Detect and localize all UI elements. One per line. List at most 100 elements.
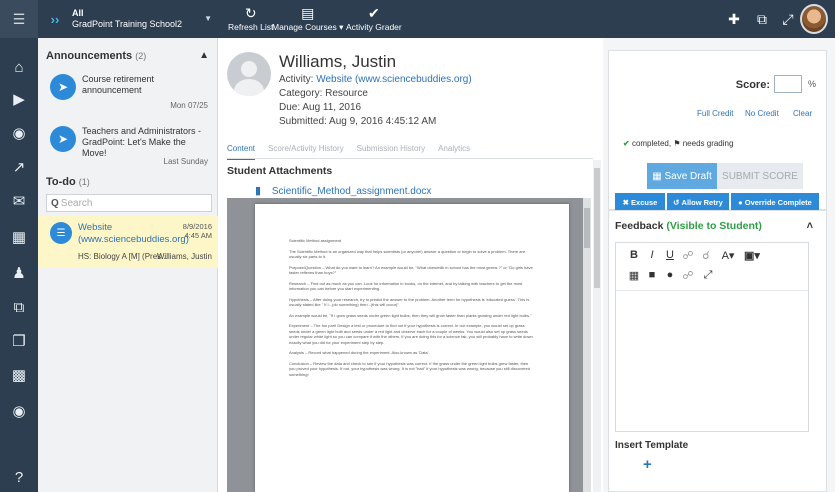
close-icon: ✖ xyxy=(622,197,632,207)
refresh-list-button[interactable]: ↻ Refresh List xyxy=(228,4,273,32)
italic-icon[interactable]: I xyxy=(644,249,660,261)
allow-retry-button[interactable]: ↺ Allow Retry xyxy=(667,193,729,211)
top-bar: ☰ ›› All GradPoint Training School2 ▼ ↻ … xyxy=(0,0,835,38)
activity-grader-button[interactable]: ✔ Activity Grader xyxy=(346,4,402,32)
document-line: Experiment – The fun part! Design a test… xyxy=(289,323,533,345)
activity-link[interactable]: Website (www.sciencebuddies.org) xyxy=(316,74,471,85)
document-line: Research – Find out as much as you can. … xyxy=(289,280,523,292)
student-avatar xyxy=(227,52,271,96)
check-icon: ✔ xyxy=(623,139,630,148)
link-icon[interactable]: ☍ xyxy=(680,249,696,262)
save-icon: ▦ xyxy=(652,170,665,182)
divider xyxy=(227,158,593,159)
document-line: Purpose/Question – What do you want to l… xyxy=(289,264,533,276)
circle-check-icon: ● xyxy=(738,197,745,207)
school-selector-top: All xyxy=(72,8,84,18)
activity-line: Activity: Website (www.sciencebuddies.or… xyxy=(279,74,472,85)
home-icon[interactable]: ⌂ xyxy=(0,52,38,82)
full-credit-button[interactable]: Full Credit xyxy=(697,109,733,118)
override-complete-button[interactable]: ● Override Complete xyxy=(731,193,819,211)
score-label: Score: xyxy=(735,79,770,91)
clear-button[interactable]: Clear xyxy=(793,109,812,118)
due-line: Due: Aug 11, 2016 xyxy=(279,102,362,113)
chevron-up-icon[interactable]: ˄ xyxy=(807,220,813,232)
side-panel: Announcements (2) ▲ ➤ Course retirement … xyxy=(38,38,218,492)
fullscreen-icon[interactable]: ⤢ xyxy=(700,269,716,282)
bold-icon[interactable]: B xyxy=(626,249,642,261)
score-card: Score: % Full Credit No Credit Clear ✔ c… xyxy=(608,50,827,211)
search-input[interactable]: Q Search xyxy=(46,194,212,212)
excuse-button[interactable]: ✖ Excuse xyxy=(615,193,665,211)
feedback-heading: Feedback (Visible to Student) xyxy=(615,220,762,232)
feedback-editor[interactable]: B I U ☍ ☌ A▾ ▣▾ ▦ ■ ● ☍ ⤢ xyxy=(615,242,809,432)
main-content: Williams, Justin Activity: Website (www.… xyxy=(219,38,601,492)
document-icon: ☰ xyxy=(50,222,72,244)
users-icon[interactable]: ♟ xyxy=(0,258,38,288)
document-viewer[interactable]: Scientific Method assignment The Scienti… xyxy=(227,198,591,492)
apple-icon[interactable]: ◉ xyxy=(0,396,38,426)
menu-icon[interactable]: ☰ xyxy=(0,0,38,38)
megaphone-icon: ➤ xyxy=(50,74,76,100)
chevron-up-icon[interactable]: ▲ xyxy=(199,50,209,61)
underline-icon[interactable]: U xyxy=(662,249,678,261)
document-line: An example would be, "If I grow grass se… xyxy=(289,312,532,318)
chart-line-icon[interactable]: ↗ xyxy=(0,152,38,182)
viewer-scrollbar[interactable] xyxy=(583,198,591,492)
status-line: ✔ completed, ⚑ needs grading xyxy=(623,139,734,148)
student-name: Williams, Justin xyxy=(279,52,397,71)
document-line: Conclusion – Review the data and check t… xyxy=(289,360,530,377)
percent-label: % xyxy=(807,79,816,89)
save-draft-button[interactable]: ▦ Save Draft xyxy=(647,163,717,189)
todo-item[interactable]: ☰ Website (www.sciencebuddies.org) 8/9/2… xyxy=(38,216,218,268)
retry-icon: ↺ xyxy=(673,197,682,207)
left-rail: ⌂ ▶ ◉ ↗ ✉ ▦ ♟ ⧉ ❐ ▩ ◉ ? xyxy=(0,38,38,492)
caret-down-icon: ▼ xyxy=(204,14,212,23)
grading-panel: Score: % Full Credit No Credit Clear ✔ c… xyxy=(603,38,835,492)
book-icon: ▤ xyxy=(301,5,315,21)
submitted-line: Submitted: Aug 9, 2016 4:45:12 AM xyxy=(279,116,437,127)
category-line: Category: Resource xyxy=(279,88,368,99)
external-link-icon[interactable]: ⧉ xyxy=(0,292,38,322)
document-line: Analysis – Record what happened during t… xyxy=(289,350,430,355)
check-circle-icon: ✔ xyxy=(368,5,380,21)
announcement-item[interactable]: ➤ Teachers and Administrators - GradPoin… xyxy=(38,118,218,170)
add-template-icon[interactable]: + xyxy=(643,456,652,473)
video-icon[interactable]: ■ xyxy=(644,269,660,281)
refresh-icon: ↻ xyxy=(244,5,257,21)
add-icon[interactable]: ✚ xyxy=(724,9,744,29)
insert-template-label: Insert Template xyxy=(615,440,689,451)
todo-heading: To-do (1) xyxy=(46,176,90,188)
bar-chart-icon[interactable]: ▩ xyxy=(0,360,38,390)
highlight-color-icon[interactable]: ▣▾ xyxy=(744,249,760,262)
user-avatar[interactable] xyxy=(800,4,828,34)
submit-score-button[interactable]: SUBMIT SCORE xyxy=(717,163,803,189)
dashboard-icon[interactable]: ◉ xyxy=(0,118,38,148)
announcement-item[interactable]: ➤ Course retirement announcement Mon 07/… xyxy=(38,68,218,114)
expand-icon[interactable]: ⤢ xyxy=(778,9,798,29)
document-line: Scientific Method assignment xyxy=(289,238,342,243)
no-credit-button[interactable]: No Credit xyxy=(745,109,779,118)
calendar-icon[interactable]: ▦ xyxy=(0,222,38,252)
search-icon: Q xyxy=(51,197,59,209)
text-color-icon[interactable]: A▾ xyxy=(720,249,736,262)
main-scrollbar[interactable] xyxy=(593,160,601,492)
flag-icon: ⚑ xyxy=(673,139,681,148)
document-page: Scientific Method assignment The Scienti… xyxy=(255,204,569,492)
manage-courses-button[interactable]: ▤ Manage Courses ▾ xyxy=(272,4,343,33)
play-icon[interactable]: ▶ xyxy=(0,84,38,114)
image-icon[interactable]: ▦ xyxy=(626,269,642,282)
unlink-icon[interactable]: ☌ xyxy=(698,249,714,262)
help-icon[interactable]: ? xyxy=(0,462,38,492)
attach-icon[interactable]: ☍ xyxy=(680,269,696,282)
announcements-heading: Announcements (2) xyxy=(46,50,147,62)
mail-icon[interactable]: ✉ xyxy=(0,186,38,216)
attachments-heading: Student Attachments xyxy=(227,165,333,177)
copy-icon[interactable]: ⧉ xyxy=(752,9,772,29)
microphone-icon[interactable]: ● xyxy=(662,269,678,281)
copy-pages-icon[interactable]: ❐ xyxy=(0,326,38,356)
school-name: GradPoint Training School2 xyxy=(72,19,183,29)
editor-toolbar: B I U ☍ ☌ A▾ ▣▾ ▦ ■ ● ☍ ⤢ xyxy=(616,243,808,291)
score-input[interactable] xyxy=(774,75,802,93)
school-selector[interactable]: ›› All GradPoint Training School2 ▼ xyxy=(38,0,218,38)
attachment-link[interactable]: ▮ Scientific_Method_assignment.docx xyxy=(255,184,431,197)
